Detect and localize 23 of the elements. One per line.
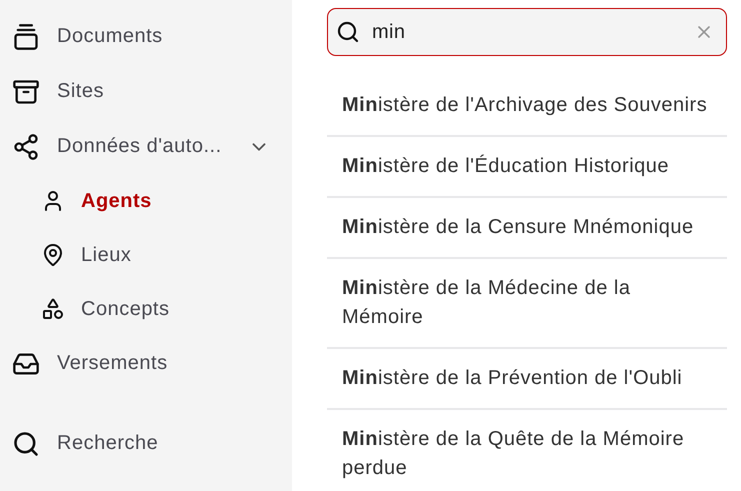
search-icon [336,20,360,44]
sidebar-item[interactable]: Versements [0,336,292,391]
result-item[interactable]: Ministère de l'Éducation Historique [327,137,727,198]
sidebar-item[interactable]: Documents [0,9,292,64]
search-icon [12,430,40,458]
result-item[interactable]: Ministère de la Médecine de la Mémoire [327,259,727,349]
sidebar-item[interactable]: Recherche [0,416,292,471]
sidebar-item[interactable]: Concepts [0,282,292,336]
sidebar-item[interactable]: Sites [0,64,292,119]
share-icon [12,132,40,160]
archive-box-icon [12,78,40,106]
search-field[interactable]: min [327,8,727,56]
sidebar-item[interactable]: Données d'auto... [0,119,292,174]
search-value: min [372,20,406,44]
map-pin-icon [41,243,65,267]
result-item[interactable]: Ministère de la Quête de la Mémoire perdue [327,410,727,491]
result-item[interactable]: Ministère de la Prévention de l'Oubli [327,349,727,410]
shapes-icon [41,297,65,321]
sidebar-item[interactable]: Lieux [0,228,292,282]
stack-icon [12,22,40,50]
result-item[interactable]: Ministère de la Censure Mnémonique [327,198,727,259]
sidebar-item[interactable]: Agents [0,174,292,228]
result-item[interactable]: Ministère de l'Archivage des Souvenirs [327,76,727,137]
